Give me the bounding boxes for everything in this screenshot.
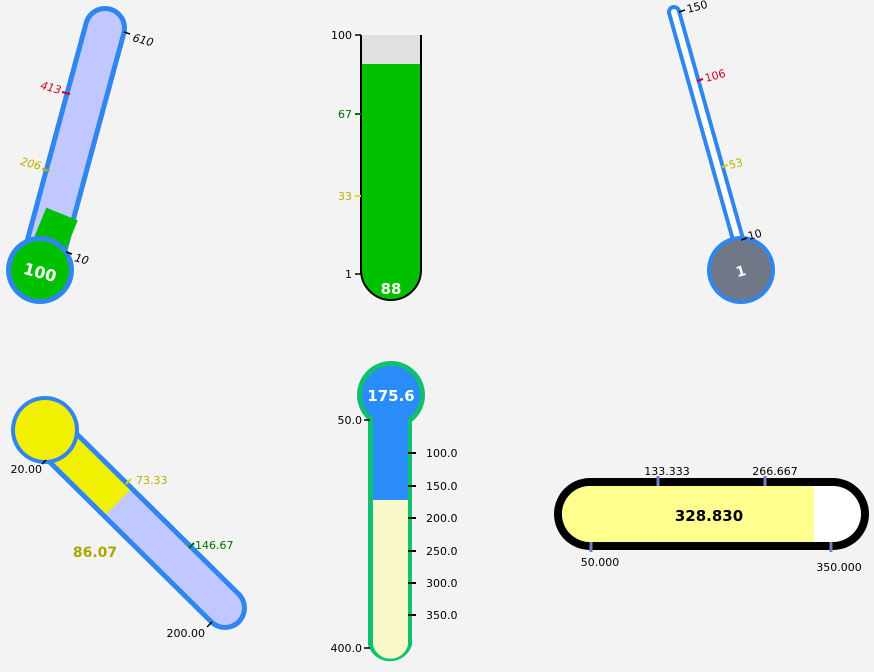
gauge-5-tick-label: 100.0: [426, 447, 458, 460]
gauge-4-value: 86.07: [73, 545, 117, 561]
gauge-2-value: 88: [381, 280, 402, 298]
gauge-4-tick-label: 73.33: [136, 474, 168, 487]
gauge-4-bulb: [15, 400, 75, 460]
gauge-6-tick-label: 50.000: [581, 556, 620, 569]
gauge-5-tick-label: 400.0: [331, 642, 363, 655]
gauge-1-tick-label: 206: [19, 155, 43, 173]
gauge-5-tick-label: 350.0: [426, 609, 458, 622]
gauge-3-tick-label: 106: [703, 67, 727, 85]
gauge-5-tick-label: 250.0: [426, 545, 458, 558]
gauge-2-tick-label: 33: [338, 190, 352, 203]
gauge-5-value: 175.6: [367, 387, 414, 405]
gauge-3-tick-label: 10: [746, 227, 763, 243]
gauge-2-fill: [361, 64, 421, 300]
gauge-6-tick-label: 350.000: [816, 561, 862, 574]
gauge-1: 100 10 206 413 610: [6, 6, 155, 304]
gauge-6-value: 328.830: [675, 507, 743, 525]
gauge-2-tick-label: 1: [345, 268, 352, 281]
gauge-4-tick-label: 146.67: [195, 539, 234, 552]
gauge-2-tick-label: 67: [338, 108, 352, 121]
gauge-3-track: [671, 9, 744, 253]
gauge-2: 88 1 33 67 100: [331, 29, 422, 301]
gauge-3-tick-label: 53: [727, 156, 744, 172]
gauge-5: 175.6 50.0 100.0 150.0 200.0 250.0 300.0…: [331, 361, 458, 662]
gauge-4-tick-label: 20.00: [11, 463, 43, 476]
gauge-5-tick-label: 150.0: [426, 480, 458, 493]
thermometer-gauges-canvas: 100 10 206 413 610 88 1 33 67 100 1 10 5…: [6, 0, 869, 662]
gauge-1-tick-label: 610: [131, 31, 155, 49]
gauge-6: 328.830 50.000 133.333 266.667 350.000: [554, 465, 869, 574]
gauge-1-tick-label: 413: [39, 79, 63, 97]
gauge-5-tick-label: 300.0: [426, 577, 458, 590]
gauge-5-tick-label: 200.0: [426, 512, 458, 525]
gauge-6-tick-label: 266.667: [752, 465, 798, 478]
gauge-6-tick-label: 133.333: [644, 465, 690, 478]
gauge-1-tick-label: 10: [73, 251, 90, 267]
gauge-4: 86.07 20.00 73.33 146.67 200.00: [11, 396, 247, 640]
gauge-4-tick-label: 200.00: [167, 627, 206, 640]
gauge-5-tick-label: 50.0: [338, 414, 363, 427]
gauge-3: 1 10 53 106 150: [667, 0, 775, 304]
gauge-2-tick-label: 100: [331, 29, 352, 42]
gauge-3-tick-label: 150: [685, 0, 709, 16]
